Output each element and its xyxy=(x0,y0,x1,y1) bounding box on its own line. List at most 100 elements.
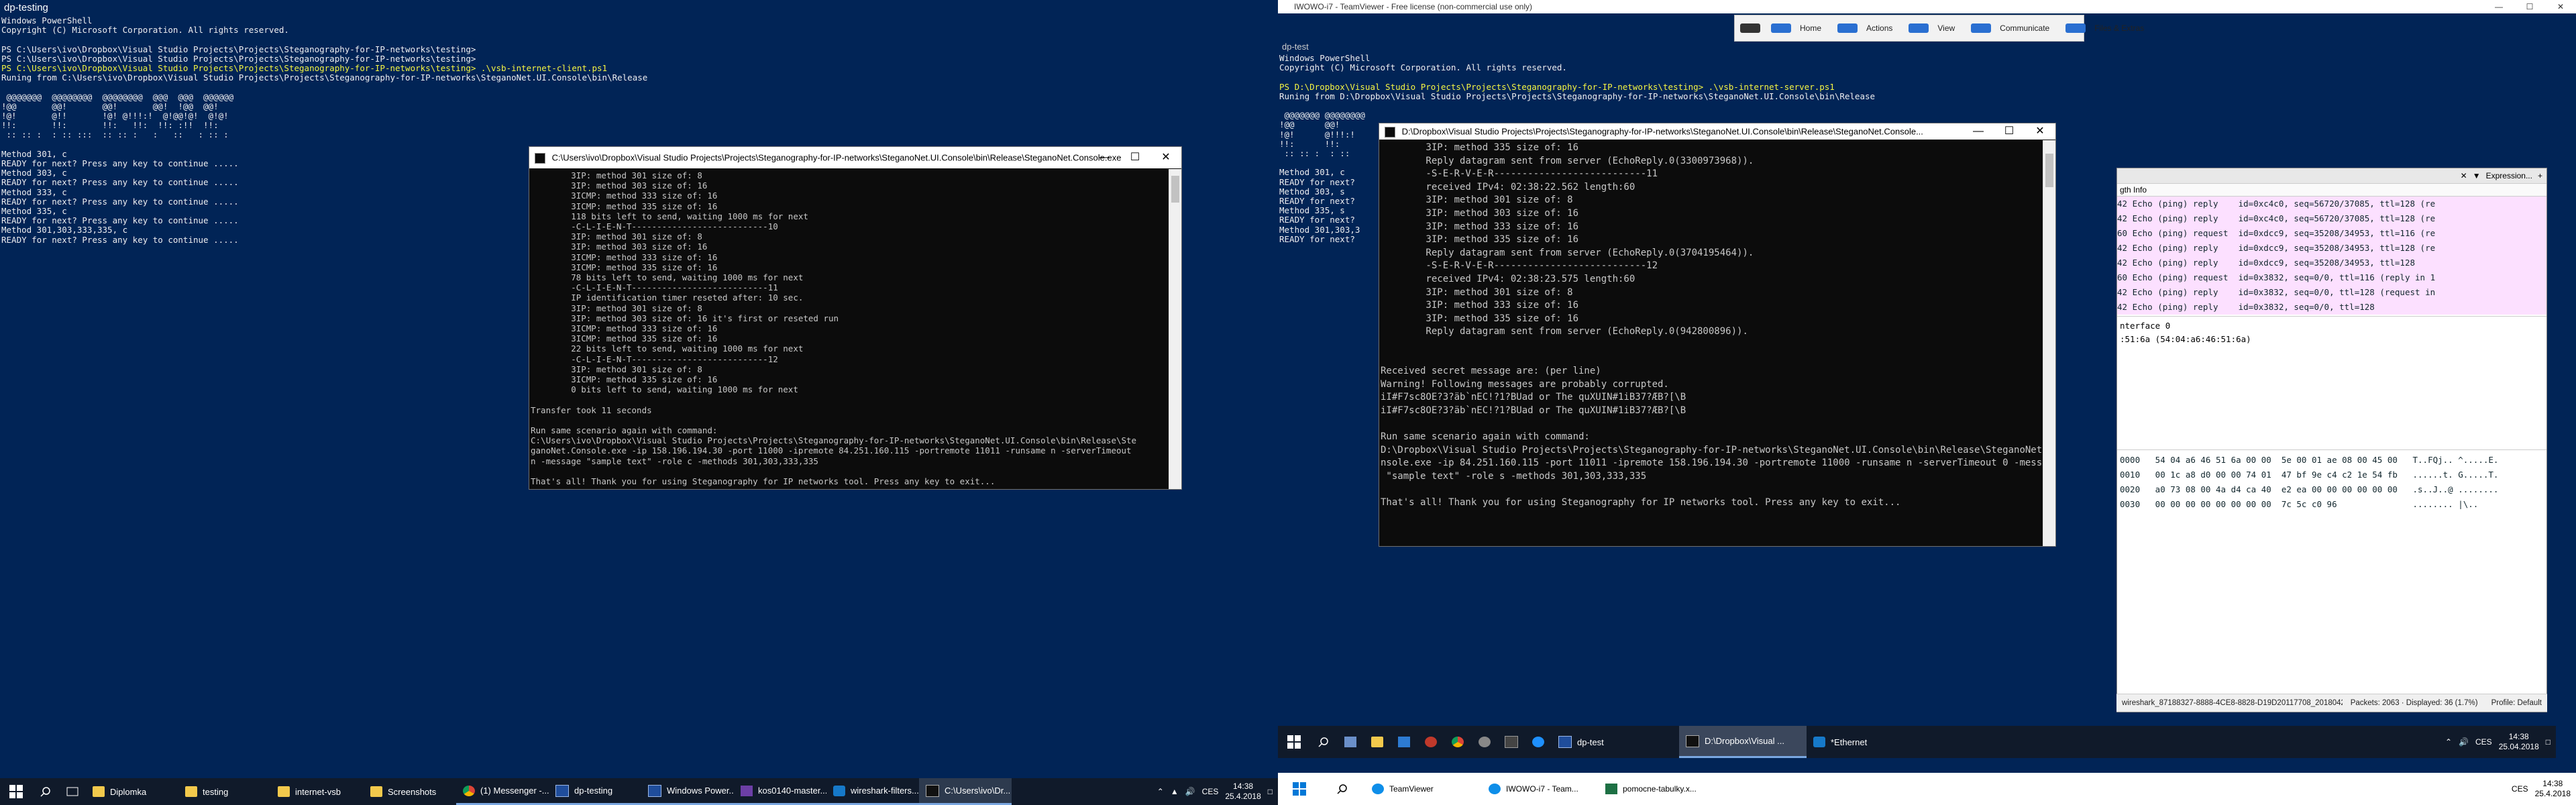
close-button[interactable]: ✕ xyxy=(1150,147,1181,168)
search-button[interactable] xyxy=(32,778,59,805)
console-line: 3IP: method 301 size of: 8 xyxy=(531,303,702,313)
task-view-button[interactable] xyxy=(59,778,86,805)
packet-detail-line[interactable]: nterface 0 xyxy=(2120,319,2544,333)
packet-row[interactable]: 42 Echo (ping) reply id=0xc4c0, seq=5672… xyxy=(2117,197,2546,211)
taskbar-item[interactable]: testing xyxy=(178,778,271,805)
language-indicator[interactable]: CES xyxy=(1202,787,1219,796)
chevron-up-icon[interactable]: ⌃ xyxy=(1157,787,1164,796)
powershell-icon xyxy=(555,784,569,797)
filter-clear-icon[interactable]: ✕ xyxy=(2461,171,2467,180)
calendar-icon[interactable] xyxy=(1391,726,1417,758)
search-button[interactable] xyxy=(1310,726,1337,758)
notifications-icon[interactable]: □ xyxy=(1268,787,1273,796)
minimize-button[interactable]: — xyxy=(1089,147,1120,168)
taskbar-item[interactable]: D:\Dropbox\Visual ... xyxy=(1679,726,1807,758)
start-button[interactable] xyxy=(0,778,32,805)
chrome-icon[interactable] xyxy=(1444,726,1471,758)
taskbar-item[interactable]: Diplomka xyxy=(86,778,178,805)
app-red-icon[interactable] xyxy=(1417,726,1444,758)
console-line: 3ICMP: method 335 size of: 16 xyxy=(531,262,718,272)
profile-indicator[interactable]: Profile: Default xyxy=(2486,699,2547,707)
taskbar-item[interactable]: internet-vsb xyxy=(271,778,364,805)
taskbar-item[interactable]: Windows Power... xyxy=(641,778,734,805)
taskbar-item[interactable]: kos0140-master... xyxy=(734,778,826,805)
taskbar-item-label: testing xyxy=(203,786,229,797)
save-icon[interactable] xyxy=(1337,726,1364,758)
toolbar-item-view[interactable]: View xyxy=(1903,23,1966,33)
maximize-button[interactable]: ☐ xyxy=(1120,147,1150,168)
maximize-button[interactable]: ☐ xyxy=(1994,123,2025,140)
minimize-button[interactable]: — xyxy=(2483,0,2514,13)
close-button[interactable]: ✕ xyxy=(2025,123,2055,140)
app-blue-icon[interactable] xyxy=(1525,726,1552,758)
toolbar-item-communicate[interactable]: Communicate xyxy=(1966,23,2060,33)
left-powershell-titlebar[interactable]: dp-testing xyxy=(0,0,1278,16)
add-filter-button[interactable]: + xyxy=(2538,171,2542,180)
clock[interactable]: 14:38 25.04.2018 xyxy=(2499,732,2539,752)
windows-logo-icon xyxy=(1293,782,1306,796)
packet-row[interactable]: 42 Echo (ping) reply id=0xdcc9, seq=3520… xyxy=(2117,241,2546,256)
toolbar-item-close[interactable] xyxy=(1735,23,1766,33)
taskbar-item[interactable]: C:\Users\ivo\Dr... xyxy=(919,778,1012,805)
teamviewer-title: IWOWO-i7 - TeamViewer - Free license (no… xyxy=(1294,2,1532,11)
wireshark-window: ✕ ▼ Expression... + gth Info 42 Echo (pi… xyxy=(2116,168,2547,712)
taskbar-item[interactable]: *Ethernet xyxy=(1807,726,1934,758)
packet-row[interactable]: 42 Echo (ping) reply id=0x3832, seq=0/0,… xyxy=(2117,285,2546,300)
toolbar-item-files-extras[interactable]: Files & Extras xyxy=(2060,23,2155,33)
expression-button[interactable]: Expression... xyxy=(2486,171,2532,180)
start-button[interactable] xyxy=(1278,773,1321,805)
start-button[interactable] xyxy=(1278,726,1310,758)
files-icon xyxy=(2065,23,2086,33)
packet-row[interactable]: 42 Echo (ping) reply id=0xc4c0, seq=5672… xyxy=(2117,211,2546,226)
left-console-titlebar[interactable]: C:\Users\ivo\Dropbox\Visual Studio Proje… xyxy=(529,147,1181,168)
right-console-scrollbar[interactable] xyxy=(2043,140,2055,546)
taskbar-item[interactable]: (1) Messenger -... xyxy=(456,778,549,805)
settings-icon[interactable] xyxy=(1471,726,1498,758)
clock[interactable]: 14:38 25.4.2018 xyxy=(1225,782,1260,802)
notifications-icon[interactable]: □ xyxy=(2546,737,2551,747)
chevron-up-icon[interactable]: ⌃ xyxy=(2445,737,2452,747)
taskbar-item[interactable]: wireshark-filters... xyxy=(826,778,919,805)
teamviewer-titlebar[interactable]: IWOWO-i7 - TeamViewer - Free license (no… xyxy=(1278,0,2576,13)
teamviewer-icon xyxy=(1489,784,1501,794)
taskbar-item[interactable]: Screenshots xyxy=(364,778,456,805)
taskbar-item[interactable]: IWOWO-i7 - Team... xyxy=(1481,773,1597,805)
packet-row[interactable]: 42 Echo (ping) reply id=0xdcc9, seq=3520… xyxy=(2117,256,2546,270)
network-icon[interactable]: ▲ xyxy=(1171,787,1179,796)
console-line: 118 bits left to send, waiting 1000 ms f… xyxy=(531,211,808,221)
powershell-line: !@@ @@! @@! @@! !@@ @@! xyxy=(1,101,219,111)
communicate-icon xyxy=(1971,23,1992,33)
right-powershell-titlebar[interactable]: dp-test xyxy=(1278,40,2556,54)
search-button[interactable] xyxy=(1321,773,1364,805)
taskbar-item[interactable]: pomocne-tabulky.x... xyxy=(1597,773,1714,805)
filter-bookmark-icon[interactable]: ▼ xyxy=(2473,171,2481,180)
close-button[interactable]: ✕ xyxy=(2545,0,2576,13)
lock-icon[interactable] xyxy=(1498,726,1525,758)
packet-detail-line[interactable]: :51:6a (54:04:a6:46:51:6a) xyxy=(2120,333,2544,346)
taskbar-item[interactable]: dp-test xyxy=(1552,726,1679,758)
taskbar-item[interactable]: dp-testing xyxy=(549,778,641,805)
console-line: _ xyxy=(531,486,1169,489)
packet-row[interactable]: 60 Echo (ping) request id=0x3832, seq=0/… xyxy=(2117,270,2546,285)
volume-icon[interactable]: 🔊 xyxy=(2459,737,2469,747)
console-line: 3ICMP: method 333 size of: 16 xyxy=(531,323,718,334)
volume-icon[interactable]: 🔊 xyxy=(1185,787,1195,796)
left-taskbar: Diplomka testing internet-vsb Screenshots (1… xyxy=(0,778,1278,805)
console-line: "sample text" -role s -methods 301,303,3… xyxy=(1381,470,1647,482)
folder-icon[interactable] xyxy=(1364,726,1391,758)
packet-row[interactable]: 42 Echo (ping) reply id=0x3832, seq=0/0,… xyxy=(2117,300,2546,315)
maximize-button[interactable]: ☐ xyxy=(2514,0,2545,13)
powershell-line: Runing from D:\Dropbox\Visual Studio Pro… xyxy=(1279,91,1876,101)
taskbar-item[interactable]: TeamViewer xyxy=(1364,773,1481,805)
clock[interactable]: 14:38 25.4.2018 xyxy=(2535,779,2571,799)
left-console-scrollbar[interactable] xyxy=(1169,169,1181,489)
language-indicator[interactable]: CES xyxy=(2512,784,2528,794)
toolbar-item-home[interactable]: Home xyxy=(1766,23,1832,33)
toolbar-item-actions[interactable]: Actions xyxy=(1832,23,1903,33)
right-console-titlebar[interactable]: D:\Dropbox\Visual Studio Projects\Projec… xyxy=(1379,123,2055,140)
minimize-button[interactable]: — xyxy=(1963,123,1994,140)
language-indicator[interactable]: CES xyxy=(2475,737,2492,747)
console-line: Reply datagram sent from server (EchoRep… xyxy=(1381,247,1754,258)
console-line: iI#F7sc8OE?3?äb`nEC!?1?BUad or The quXUI… xyxy=(1381,405,1686,416)
packet-row[interactable]: 60 Echo (ping) request id=0xdcc9, seq=35… xyxy=(2117,226,2546,241)
